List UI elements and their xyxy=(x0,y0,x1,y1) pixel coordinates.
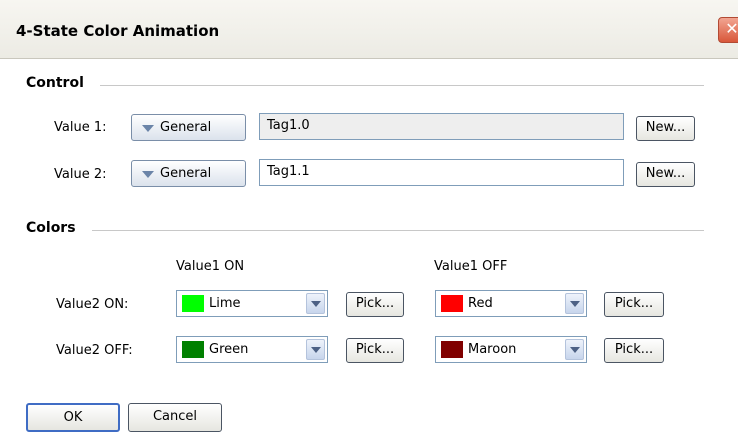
color-swatch xyxy=(182,341,204,358)
color-name: Lime xyxy=(209,296,241,311)
chevron-down-icon[interactable] xyxy=(306,339,325,360)
value1-label: Value 1: xyxy=(54,120,107,135)
value1-new-button[interactable]: New... xyxy=(636,116,695,141)
triangle-down-icon xyxy=(142,171,154,178)
value2-new-button[interactable]: New... xyxy=(636,162,695,187)
value2-label: Value 2: xyxy=(54,167,107,182)
value2-off-label: Value2 OFF: xyxy=(56,343,133,358)
value2-type-label: General xyxy=(160,166,212,181)
col-header-value1-off: Value1 OFF xyxy=(434,259,508,274)
chevron-down-icon[interactable] xyxy=(565,293,584,314)
value2off-value1on-color-select[interactable]: Green xyxy=(176,336,328,363)
value1-type-label: General xyxy=(160,120,212,135)
window-title: 4-State Color Animation xyxy=(16,22,220,40)
color-name: Green xyxy=(209,342,249,357)
pick-button[interactable]: Pick... xyxy=(604,338,664,363)
value1-type-dropdown[interactable]: General xyxy=(131,114,246,141)
colors-section-heading: Colors xyxy=(26,220,76,236)
color-swatch xyxy=(441,341,463,358)
color-swatch xyxy=(441,295,463,312)
value2-type-dropdown[interactable]: General xyxy=(131,160,246,187)
value1-tag-input[interactable]: Tag1.0 xyxy=(259,113,624,140)
control-divider xyxy=(100,85,704,86)
triangle-down-icon xyxy=(142,125,154,132)
colors-divider xyxy=(92,230,704,231)
value2-on-label: Value2 ON: xyxy=(56,297,129,312)
color-name: Maroon xyxy=(468,342,517,357)
pick-button[interactable]: Pick... xyxy=(604,292,664,317)
col-header-value1-on: Value1 ON xyxy=(176,259,245,274)
pick-button[interactable]: Pick... xyxy=(346,338,404,363)
close-button[interactable]: ✕ xyxy=(718,17,738,43)
color-swatch xyxy=(182,295,204,312)
chevron-down-icon[interactable] xyxy=(306,293,325,314)
value2off-value1off-color-select[interactable]: Maroon xyxy=(435,336,587,363)
control-section-heading: Control xyxy=(26,75,84,91)
dialog-window: 4-State Color Animation ✕ Control Value … xyxy=(0,0,738,444)
value2on-value1off-color-select[interactable]: Red xyxy=(435,290,587,317)
pick-button[interactable]: Pick... xyxy=(346,292,404,317)
ok-button[interactable]: OK xyxy=(26,403,120,432)
value2on-value1on-color-select[interactable]: Lime xyxy=(176,290,328,317)
color-name: Red xyxy=(468,296,493,311)
close-icon: ✕ xyxy=(725,19,738,38)
cancel-button[interactable]: Cancel xyxy=(128,403,222,432)
chevron-down-icon[interactable] xyxy=(565,339,584,360)
value2-tag-input[interactable]: Tag1.1 xyxy=(259,159,624,186)
title-bar: 4-State Color Animation ✕ xyxy=(0,0,738,59)
